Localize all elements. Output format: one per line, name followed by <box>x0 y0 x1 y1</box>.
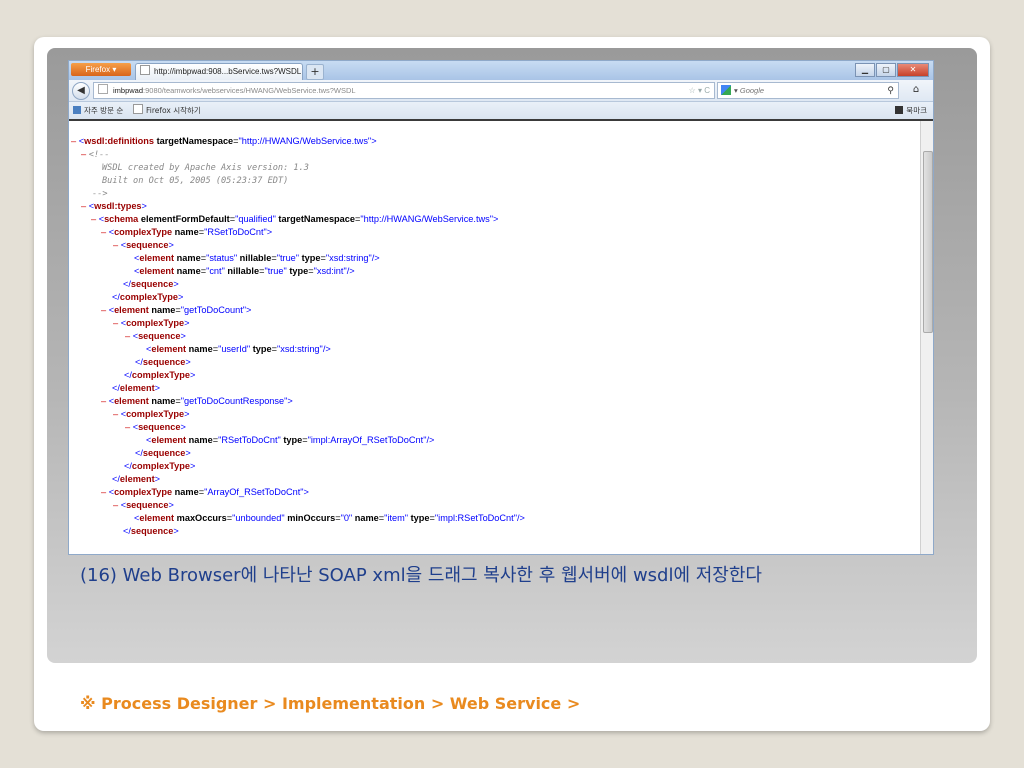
collapse-toggle[interactable]: – <box>113 500 118 510</box>
xml-line: – <sequence> <box>125 422 186 432</box>
bookmark-most-visited[interactable]: 자주 방문 순 <box>73 102 123 119</box>
xml-line: </sequence> <box>123 279 179 289</box>
bookmark-page-icon <box>133 104 143 114</box>
xml-line: – <!-- <box>81 149 110 160</box>
url-tools[interactable]: ☆ ▾ C <box>689 83 710 98</box>
tab-wsdl[interactable]: http://imbpwad:908...bService.tws?WSDL <box>135 63 303 80</box>
navigation-bar: ◀ imbpwad:9080/teamworks/webservices/HWA… <box>69 80 933 102</box>
xml-line: </sequence> <box>135 357 191 367</box>
xml-line: </sequence> <box>135 448 191 458</box>
close-icon[interactable]: ✕ <box>897 63 929 77</box>
collapse-toggle[interactable]: – <box>101 396 106 406</box>
bookmark-label: Firefox 시작하기 <box>146 106 201 115</box>
xml-line: <element name="cnt" nillable="true" type… <box>134 266 355 276</box>
minimize-icon[interactable]: ▁ <box>855 63 875 77</box>
collapse-toggle[interactable]: – <box>101 227 106 237</box>
browser-window: Firefox ▾ http://imbpwad:908...bService.… <box>68 60 934 555</box>
window-controls: ▁ ▢ ✕ <box>854 63 929 77</box>
collapse-toggle[interactable]: – <box>71 136 76 146</box>
xml-line: – <schema elementFormDefault="qualified"… <box>91 214 499 224</box>
search-icon[interactable]: ⚲ <box>887 83 894 98</box>
xml-line: <element name="userId" type="xsd:string"… <box>146 344 331 354</box>
xml-line: – <wsdl:definitions targetNamespace="htt… <box>71 136 377 146</box>
bookmarks-menu-button[interactable]: 북마크 <box>895 102 927 119</box>
xml-line: – <sequence> <box>125 331 186 341</box>
google-icon <box>721 85 731 95</box>
xml-line: WSDL created by Apache Axis version: 1.3 <box>102 163 309 173</box>
xml-line: – <element name="getToDoCount"> <box>101 305 252 315</box>
page-icon <box>140 65 150 75</box>
xml-line: – <sequence> <box>113 500 174 510</box>
xml-viewer: – <wsdl:definitions targetNamespace="htt… <box>69 121 919 554</box>
bookmarks-toolbar: 자주 방문 순 Firefox 시작하기 북마크 <box>69 102 933 121</box>
home-icon[interactable]: ⌂ <box>907 83 925 97</box>
vertical-scrollbar[interactable] <box>920 121 933 554</box>
xml-line: – <complexType name="RSetToDoCnt"> <box>101 227 273 237</box>
site-identity-icon <box>98 84 108 94</box>
xml-line: --> <box>92 189 108 199</box>
xml-line: <element maxOccurs="unbounded" minOccurs… <box>134 513 525 523</box>
xml-line: Built on Oct 05, 2005 (05:23:37 EDT) <box>102 176 289 186</box>
bookmark-label: 자주 방문 순 <box>84 106 124 115</box>
new-tab-button[interactable]: + <box>306 64 324 80</box>
xml-line: <element name="status" nillable="true" t… <box>134 253 380 263</box>
collapse-toggle[interactable]: – <box>113 318 118 328</box>
collapse-toggle[interactable]: – <box>101 305 106 315</box>
xml-line: </complexType> <box>112 292 184 302</box>
xml-line: </sequence> <box>123 526 179 536</box>
xml-line: – <complexType> <box>113 318 190 328</box>
bookmarks-menu-label: 북마크 <box>906 106 927 115</box>
collapse-toggle[interactable]: – <box>125 331 130 341</box>
xml-line: </element> <box>112 383 161 393</box>
xml-line: </complexType> <box>124 370 196 380</box>
firefox-menu-label: Firefox <box>85 65 111 74</box>
xml-line: – <sequence> <box>113 240 174 250</box>
breadcrumb-footer: ※ Process Designer > Implementation > We… <box>80 694 581 713</box>
tab-title: http://imbpwad:908...bService.tws?WSDL <box>154 67 302 76</box>
bookmark-getting-started[interactable]: Firefox 시작하기 <box>133 102 201 119</box>
url-bar[interactable]: imbpwad:9080/teamworks/webservices/HWANG… <box>93 82 715 99</box>
xml-line: <element name="RSetToDoCnt" type="impl:A… <box>146 435 435 445</box>
collapse-toggle[interactable]: – <box>113 409 118 419</box>
url-host: imbpwad <box>113 86 144 95</box>
scrollbar-thumb[interactable] <box>923 151 933 333</box>
firefox-menu-button[interactable]: Firefox ▾ <box>71 63 131 76</box>
collapse-toggle[interactable]: – <box>113 240 118 250</box>
search-placeholder: Google <box>739 86 765 95</box>
xml-line: </complexType> <box>124 461 196 471</box>
xml-line: – <wsdl:types> <box>81 201 147 211</box>
search-bar[interactable]: ▾ Google ⚲ <box>717 82 899 99</box>
bookmark-folder-icon <box>73 106 81 114</box>
back-arrow-icon[interactable]: ◀ <box>72 82 90 100</box>
bookmarks-menu-icon <box>895 106 904 114</box>
xml-line: – <element name="getToDoCountResponse"> <box>101 396 293 406</box>
maximize-icon[interactable]: ▢ <box>876 63 896 77</box>
browser-titlebar: Firefox ▾ http://imbpwad:908...bService.… <box>69 61 933 80</box>
xml-line: </element> <box>112 474 161 484</box>
slide-caption: (16) Web Browser에 나타난 SOAP xml을 드래그 복사한 … <box>80 565 762 586</box>
collapse-toggle[interactable]: – <box>91 214 96 224</box>
url-path: :9080/teamworks/webservices/HWANG/WebSer… <box>143 86 356 95</box>
collapse-toggle[interactable]: – <box>81 149 86 159</box>
collapse-toggle[interactable]: – <box>81 201 86 211</box>
collapse-toggle[interactable]: – <box>125 422 130 432</box>
xml-line: – <complexType name="ArrayOf_RSetToDoCnt… <box>101 487 309 497</box>
collapse-toggle[interactable]: – <box>101 487 106 497</box>
xml-line: – <complexType> <box>113 409 190 419</box>
